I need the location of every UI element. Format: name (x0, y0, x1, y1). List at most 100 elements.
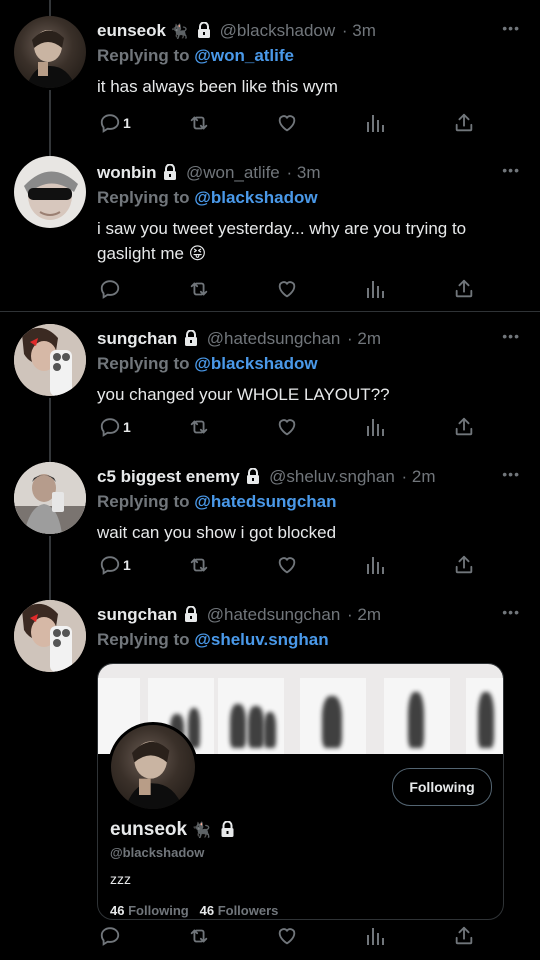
like-button[interactable] (275, 415, 299, 439)
avatar[interactable] (14, 600, 86, 672)
tweet-header: sungchan @hatedsungchan · 2m (97, 604, 524, 628)
avatar[interactable] (14, 462, 86, 534)
avatar[interactable] (14, 324, 86, 396)
lock-icon (220, 820, 235, 843)
reply-icon (99, 112, 121, 134)
more-icon[interactable]: ••• (502, 20, 520, 36)
display-name[interactable]: sungchan (97, 329, 177, 348)
username[interactable]: @sheluv.snghan (269, 467, 395, 486)
profile-name-emoji: 🐈‍⬛ (192, 822, 212, 839)
tweet-text: i saw you tweet yesterday... why are you… (97, 219, 467, 263)
views-button[interactable] (365, 415, 385, 439)
share-button[interactable] (453, 553, 475, 577)
mention-link[interactable]: @blackshadow (194, 188, 317, 207)
lock-icon (184, 605, 198, 628)
action-bar (97, 277, 477, 301)
profile-stats: 46 Following 46 Followers (110, 903, 278, 918)
following-count[interactable]: 46 (110, 903, 124, 918)
retweet-button[interactable] (187, 277, 211, 301)
followers-count[interactable]: 46 (200, 903, 214, 918)
username[interactable]: @hatedsungchan (207, 605, 341, 624)
share-button[interactable] (453, 277, 475, 301)
lock-icon (246, 467, 260, 490)
retweet-button[interactable] (187, 553, 211, 577)
action-bar: 1 (97, 111, 477, 135)
like-icon (275, 925, 299, 947)
reply-count: 1 (123, 557, 131, 573)
retweet-icon (187, 112, 211, 134)
more-icon[interactable]: ••• (502, 466, 520, 482)
share-button[interactable] (453, 111, 475, 135)
retweet-icon (187, 416, 211, 438)
profile-avatar[interactable] (108, 722, 198, 812)
profile-card[interactable]: Following eunseok 🐈‍⬛ @blackshadow zzz 4… (97, 663, 504, 920)
tweet-header: eunseok 🐈‍⬛ @blackshadow · 3m (97, 20, 524, 44)
views-button[interactable] (365, 111, 385, 135)
views-button[interactable] (365, 277, 385, 301)
retweet-button[interactable] (187, 415, 211, 439)
like-button[interactable] (275, 553, 299, 577)
reply-count: 1 (123, 115, 131, 131)
retweet-icon (187, 554, 211, 576)
replying-to: Replying to @blackshadow (97, 187, 524, 209)
retweet-icon (187, 925, 211, 947)
more-icon[interactable]: ••• (502, 162, 520, 178)
like-button[interactable] (275, 924, 299, 948)
avatar[interactable] (14, 16, 86, 88)
like-button[interactable] (275, 111, 299, 135)
profile-display-name: eunseok (110, 819, 188, 840)
display-name[interactable]: c5 biggest enemy (97, 467, 240, 486)
replying-to: Replying to @won_atlife (97, 45, 524, 67)
views-button[interactable] (365, 924, 385, 948)
avatar[interactable] (14, 156, 86, 228)
more-icon[interactable]: ••• (502, 604, 520, 620)
tweet-text: you changed your WHOLE LAYOUT?? (97, 385, 390, 404)
divider (0, 311, 540, 312)
reply-prefix: Replying to (97, 630, 190, 649)
tweet-header: wonbin @won_atlife · 3m (97, 162, 524, 186)
username[interactable]: @hatedsungchan (207, 329, 341, 348)
following-button[interactable]: Following (392, 768, 492, 806)
retweet-button[interactable] (187, 924, 211, 948)
like-button[interactable] (275, 277, 299, 301)
mention-link[interactable]: @blackshadow (194, 354, 317, 373)
profile-bio: zzz (110, 871, 131, 887)
mention-link[interactable]: @won_atlife (194, 46, 294, 65)
reply-button[interactable] (99, 924, 121, 948)
display-name[interactable]: wonbin (97, 163, 156, 182)
reply-icon (99, 925, 121, 947)
display-name[interactable]: eunseok (97, 21, 166, 40)
timestamp: · 2m (401, 467, 436, 486)
timestamp: · 2m (347, 329, 382, 348)
views-button[interactable] (365, 553, 385, 577)
reply-icon (99, 278, 121, 300)
share-button[interactable] (453, 924, 475, 948)
share-icon (453, 112, 475, 134)
timestamp: · 2m (347, 605, 382, 624)
reply-prefix: Replying to (97, 46, 190, 65)
lock-icon (197, 21, 211, 44)
name-emoji: 🐈‍⬛ (170, 23, 189, 39)
tweet-header: sungchan @hatedsungchan · 2m (97, 328, 524, 352)
reply-button[interactable]: 1 (99, 415, 131, 439)
mention-link[interactable]: @hatedsungchan (194, 492, 336, 511)
like-icon (275, 416, 299, 438)
views-icon (365, 112, 385, 134)
reply-count: 1 (123, 419, 131, 435)
action-bar (97, 924, 477, 948)
profile-name: eunseok 🐈‍⬛ (110, 819, 235, 843)
profile-handle: @blackshadow (110, 845, 205, 860)
retweet-button[interactable] (187, 111, 211, 135)
more-icon[interactable]: ••• (502, 328, 520, 344)
mention-link[interactable]: @sheluv.snghan (194, 630, 328, 649)
reply-button[interactable]: 1 (99, 111, 131, 135)
reply-icon (99, 554, 121, 576)
display-name[interactable]: sungchan (97, 605, 177, 624)
username[interactable]: @won_atlife (186, 163, 280, 182)
views-icon (365, 925, 385, 947)
tweet-text: wait can you show i got blocked (97, 523, 337, 542)
share-button[interactable] (453, 415, 475, 439)
username[interactable]: @blackshadow (220, 21, 336, 40)
reply-button[interactable]: 1 (99, 553, 131, 577)
reply-button[interactable] (99, 277, 121, 301)
